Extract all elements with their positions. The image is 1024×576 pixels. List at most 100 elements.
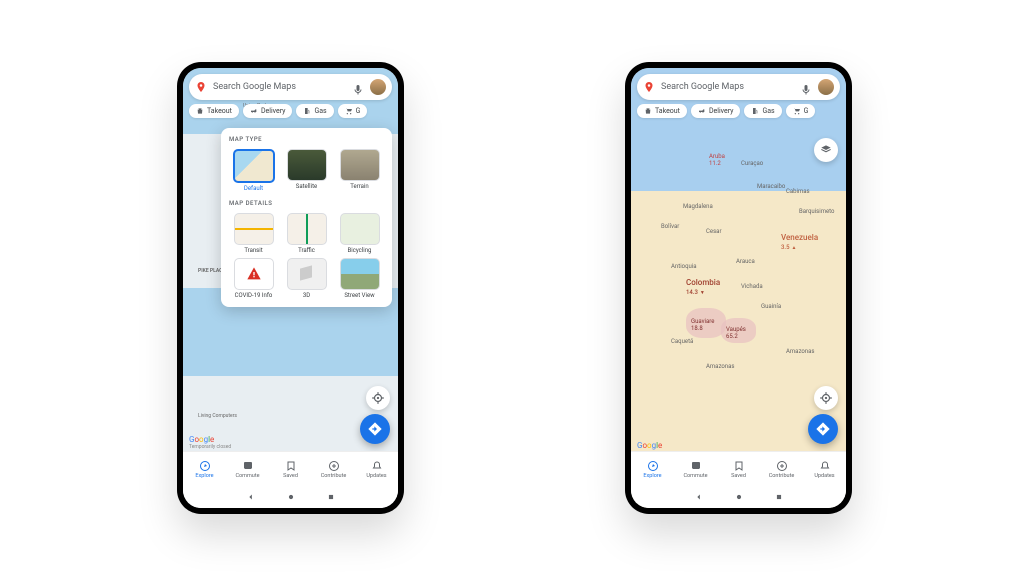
profile-avatar[interactable] (370, 79, 386, 95)
map-detail-covid[interactable]: COVID-19 Info (229, 258, 278, 299)
home-icon[interactable] (286, 492, 296, 502)
cart-icon (345, 107, 353, 115)
search-placeholder: Search Google Maps (661, 82, 800, 92)
nav-explore[interactable]: Explore (183, 452, 226, 486)
search-bar[interactable]: Search Google Maps (189, 74, 392, 100)
profile-avatar[interactable] (818, 79, 834, 95)
map-details-header: MAP DETAILS (229, 200, 384, 207)
map-detail-3d[interactable]: 3D (282, 258, 331, 299)
category-chips: Takeout Delivery Gas G (189, 104, 398, 118)
map-label: Vichada (741, 283, 763, 290)
screen-right: Venezuela3.5 ▲ Colombia14.3 ▼ Aruba11.2 … (631, 68, 846, 508)
recent-icon[interactable] (326, 492, 336, 502)
phone-mockup-left: Le Grave Sites Union Park PIKE PLACE MAR… (177, 62, 404, 514)
map-label: Guaviare18.8 (691, 318, 714, 332)
map-detail-bicycling[interactable]: Bicycling (335, 213, 384, 254)
layers-panel: MAP TYPE Default Satellite Terrain MAP D… (221, 128, 392, 307)
nav-commute[interactable]: Commute (226, 452, 269, 486)
map-detail-traffic[interactable]: Traffic (282, 213, 331, 254)
nav-saved[interactable]: Saved (269, 452, 312, 486)
layers-icon (819, 143, 833, 157)
takeout-icon (644, 107, 652, 115)
chip-takeout[interactable]: Takeout (189, 104, 239, 118)
map-label: Barquisimeto (799, 208, 834, 215)
map-label: Guainía (761, 303, 781, 310)
directions-icon (815, 421, 831, 437)
crosshair-icon (371, 391, 385, 405)
chip-delivery[interactable]: Delivery (243, 104, 293, 118)
map-detail-transit[interactable]: Transit (229, 213, 278, 254)
explore-icon (647, 460, 659, 472)
chip-gas[interactable]: Gas (296, 104, 333, 118)
3d-thumb-icon (287, 258, 327, 290)
recent-icon[interactable] (774, 492, 784, 502)
search-bar[interactable]: Search Google Maps (637, 74, 840, 100)
directions-button[interactable] (360, 414, 390, 444)
layers-button[interactable] (814, 138, 838, 162)
covid-thumb-icon (234, 258, 274, 290)
map-details-grid: Transit Traffic Bicycling COVID-19 Info … (229, 213, 384, 299)
streetview-thumb-icon (340, 258, 380, 290)
nav-updates[interactable]: Updates (803, 452, 846, 486)
map-type-default[interactable]: Default (229, 149, 278, 192)
bottom-navigation: Explore Commute Saved Contribute Updates (631, 451, 846, 486)
contribute-icon (776, 460, 788, 472)
back-icon[interactable] (694, 492, 704, 502)
chip-delivery[interactable]: Delivery (691, 104, 741, 118)
map-type-satellite[interactable]: Satellite (282, 149, 331, 192)
map-label: Curaçao (741, 160, 763, 167)
map-background[interactable] (631, 68, 846, 508)
chip-groceries[interactable]: G (338, 104, 368, 118)
microphone-icon[interactable] (352, 81, 364, 93)
google-maps-logo-icon (195, 81, 207, 93)
commute-icon (242, 460, 254, 472)
saved-icon (733, 460, 745, 472)
delivery-icon (250, 107, 258, 115)
updates-icon (819, 460, 831, 472)
map-label: Magdalena (683, 203, 713, 210)
satellite-thumb-icon (287, 149, 327, 181)
phone-mockup-right: Venezuela3.5 ▲ Colombia14.3 ▼ Aruba11.2 … (625, 62, 852, 514)
chip-groceries[interactable]: G (786, 104, 816, 118)
terrain-thumb-icon (340, 149, 380, 181)
microphone-icon[interactable] (800, 81, 812, 93)
map-detail-streetview[interactable]: Street View (335, 258, 384, 299)
directions-button[interactable] (808, 414, 838, 444)
map-poi-label: Living Computers (198, 413, 237, 419)
nav-saved[interactable]: Saved (717, 452, 760, 486)
map-label: Aruba11.2 (709, 153, 725, 167)
map-label: Caquetá (671, 338, 693, 345)
nav-explore[interactable]: Explore (631, 452, 674, 486)
map-label: Bolívar (661, 223, 679, 230)
chip-takeout[interactable]: Takeout (637, 104, 687, 118)
google-maps-logo-icon (643, 81, 655, 93)
home-icon[interactable] (734, 492, 744, 502)
google-attribution: Google (637, 441, 662, 450)
my-location-button[interactable] (366, 386, 390, 410)
takeout-icon (196, 107, 204, 115)
map-type-terrain[interactable]: Terrain (335, 149, 384, 192)
google-attribution: Google Temporarily closed (189, 435, 231, 450)
search-placeholder: Search Google Maps (213, 82, 352, 92)
chip-gas[interactable]: Gas (744, 104, 781, 118)
category-chips: Takeout Delivery Gas G (637, 104, 846, 118)
map-label: Cabimas (786, 188, 810, 195)
contribute-icon (328, 460, 340, 472)
directions-icon (367, 421, 383, 437)
map-label: Arauca (736, 258, 755, 265)
default-thumb-icon (233, 149, 275, 183)
nav-contribute[interactable]: Contribute (312, 452, 355, 486)
nav-commute[interactable]: Commute (674, 452, 717, 486)
map-label: Amazonas (706, 363, 734, 370)
nav-contribute[interactable]: Contribute (760, 452, 803, 486)
country-venezuela: Venezuela3.5 ▲ (781, 233, 818, 251)
back-icon[interactable] (246, 492, 256, 502)
commute-icon (690, 460, 702, 472)
crosshair-icon (819, 391, 833, 405)
country-colombia: Colombia14.3 ▼ (686, 278, 720, 296)
map-type-header: MAP TYPE (229, 136, 384, 143)
map-label: Amazonas (786, 348, 814, 355)
nav-updates[interactable]: Updates (355, 452, 398, 486)
my-location-button[interactable] (814, 386, 838, 410)
gas-icon (303, 107, 311, 115)
